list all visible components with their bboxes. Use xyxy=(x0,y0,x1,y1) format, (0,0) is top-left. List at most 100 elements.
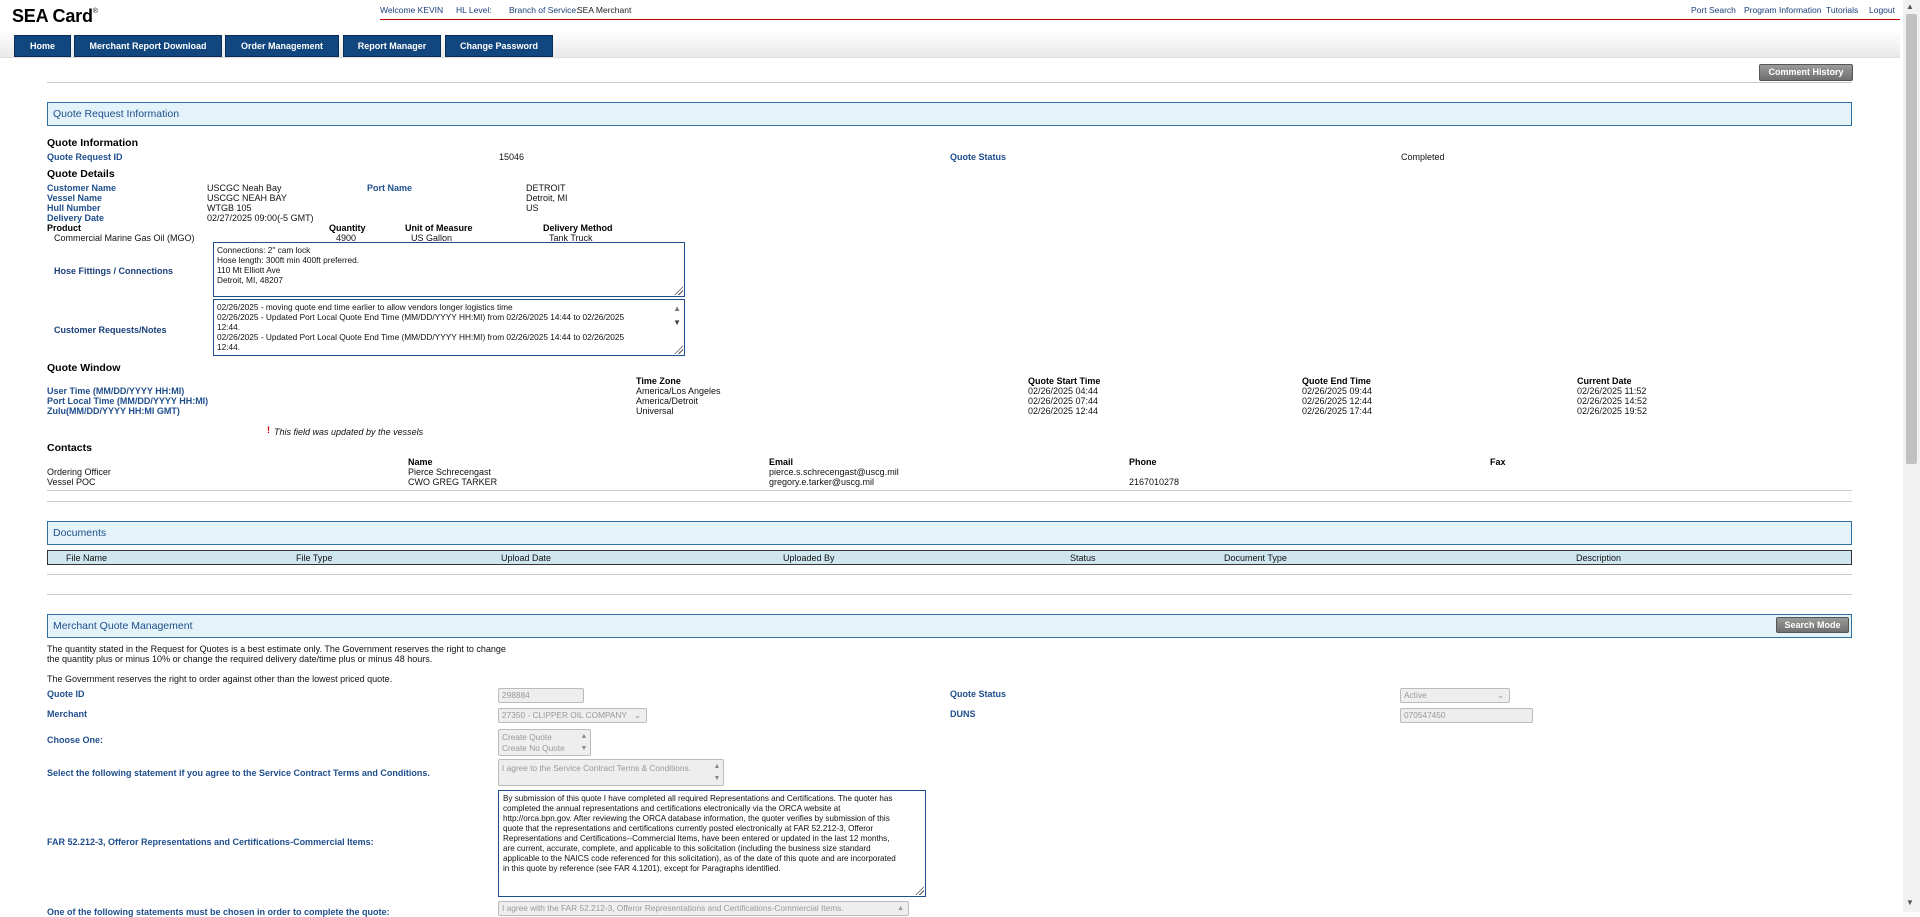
section-title: Documents xyxy=(53,527,107,539)
hose-fittings-textarea[interactable]: Connections: 2" cam lock Hose length: 30… xyxy=(213,242,685,297)
nav-change-password[interactable]: Change Password xyxy=(445,35,553,57)
scroll-up-icon[interactable]: ▲ xyxy=(713,763,721,770)
hose-line: Connections: 2" cam lock xyxy=(217,245,311,255)
scroll-up-arrow-icon[interactable]: ▲ xyxy=(1906,2,1914,11)
quote-request-id-label: Quote Request ID xyxy=(47,152,123,162)
scroll-down-icon[interactable]: ▼ xyxy=(673,318,681,328)
divider xyxy=(47,501,1852,502)
customer-notes-label: Customer Requests/Notes xyxy=(54,325,167,335)
scroll-up-icon[interactable]: ▲ xyxy=(673,304,681,314)
far-choice-listbox[interactable]: I agree with the FAR 52.212-3, Offeror R… xyxy=(498,901,909,916)
search-mode-button[interactable]: Search Mode xyxy=(1776,617,1849,633)
tutorials-link[interactable]: Tutorials xyxy=(1826,5,1858,15)
contacts-heading: Contacts xyxy=(47,442,92,454)
terms-label: Select the following statement if you ag… xyxy=(47,768,430,778)
scroll-up-icon[interactable]: ▲ xyxy=(580,733,588,740)
hose-line: Detroit, MI, 48207 xyxy=(217,275,283,285)
quote-status-select[interactable]: Active ⌄ xyxy=(1400,688,1510,703)
far-line: completed the annual representations and… xyxy=(503,804,841,813)
choose-option[interactable]: Create Quote xyxy=(502,732,587,743)
time-zone-header: Time Zone xyxy=(636,376,681,386)
customer-name-label: Customer Name xyxy=(47,183,117,193)
chevron-down-icon: ⌄ xyxy=(634,710,641,720)
port-start-time: 02/26/2025 07:44 xyxy=(1028,396,1099,406)
scroll-down-icon[interactable]: ▼ xyxy=(580,745,588,752)
documents-section-header: Documents xyxy=(47,521,1852,545)
far-label: FAR 52.212-3, Offeror Representations an… xyxy=(47,837,374,847)
nav-report-manager[interactable]: Report Manager xyxy=(343,35,441,57)
terms-option[interactable]: I agree to the Service Contract Terms & … xyxy=(502,762,720,775)
scroll-up-icon[interactable]: ▲ xyxy=(897,902,904,915)
updated-note: This field was updated by the vessels xyxy=(274,427,424,437)
hose-line: 110 Mt Elliott Ave xyxy=(217,265,281,275)
contact-name: CWO GREG TARKER xyxy=(408,477,498,487)
col-status[interactable]: Status xyxy=(1070,553,1096,563)
far-textarea[interactable]: By submission of this quote I have compl… xyxy=(498,790,926,897)
divider xyxy=(47,574,1852,575)
nav-merchant-report-download[interactable]: Merchant Report Download xyxy=(74,35,222,57)
notes-line: 12:44. xyxy=(217,342,241,352)
disclaimer-text: the quantity plus or minus 10% or change… xyxy=(47,654,433,664)
quote-window-heading: Quote Window xyxy=(47,362,121,374)
zulu-end-time: 02/26/2025 17:44 xyxy=(1302,406,1373,416)
col-description[interactable]: Description xyxy=(1576,553,1621,563)
far-line: in this quote by reference (see FAR 4.12… xyxy=(503,864,781,873)
resize-handle-icon[interactable] xyxy=(674,286,683,295)
quote-end-time-header: Quote End Time xyxy=(1302,376,1371,386)
nav-order-management[interactable]: Order Management xyxy=(225,35,339,57)
notes-line: 12:44. xyxy=(217,322,241,332)
choose-one-listbox[interactable]: Create Quote Create No Quote ▲ ▼ xyxy=(498,729,591,756)
resize-handle-icon[interactable] xyxy=(674,345,683,354)
hull-number-label: Hull Number xyxy=(47,203,101,213)
user-end-time: 02/26/2025 09:44 xyxy=(1302,386,1373,396)
terms-listbox[interactable]: I agree to the Service Contract Terms & … xyxy=(498,759,724,786)
quote-status-value: Completed xyxy=(1401,152,1445,162)
country-value: US xyxy=(526,203,539,213)
zulu-time-zone: Universal xyxy=(636,406,674,416)
contact-fax-header: Fax xyxy=(1490,457,1506,467)
quote-start-time-header: Quote Start Time xyxy=(1028,376,1101,386)
quote-id-input[interactable]: 298884 xyxy=(498,688,584,703)
col-file-type[interactable]: File Type xyxy=(296,553,332,563)
program-information-link[interactable]: Program Information xyxy=(1744,5,1821,15)
merchant-select[interactable]: 27350 - CLIPPER OIL COMPANY ⌄ xyxy=(498,708,647,723)
port-time-zone: America/Detroit xyxy=(636,396,699,406)
col-upload-date[interactable]: Upload Date xyxy=(501,553,551,563)
port-current-date: 02/26/2025 14:52 xyxy=(1577,396,1648,406)
vessel-name-label: Vessel Name xyxy=(47,193,103,203)
logo-registered-mark: ® xyxy=(92,8,98,15)
col-uploaded-by[interactable]: Uploaded By xyxy=(783,553,835,563)
quote-request-section-header: Quote Request Information xyxy=(47,102,1852,126)
comment-history-button[interactable]: Comment History xyxy=(1759,64,1853,81)
port-search-link[interactable]: Port Search xyxy=(1691,5,1736,15)
scroll-down-icon[interactable]: ▼ xyxy=(713,775,721,782)
branch-value: SEA Merchant xyxy=(577,5,632,15)
logout-link[interactable]: Logout xyxy=(1869,5,1895,15)
contact-name: Pierce Schrecengast xyxy=(408,467,492,477)
scroll-down-arrow-icon[interactable]: ▼ xyxy=(1906,898,1914,907)
merchant-selected: 27350 - CLIPPER OIL COMPANY xyxy=(502,710,627,720)
scrollbar-thumb[interactable] xyxy=(1906,14,1917,464)
alert-icon: ! xyxy=(267,425,270,435)
user-start-time: 02/26/2025 04:44 xyxy=(1028,386,1099,396)
port-name-label: Port Name xyxy=(367,183,413,193)
customer-notes-textarea[interactable]: 02/26/2025 - moving quote end time earli… xyxy=(213,299,685,356)
notes-line: 02/26/2025 - Updated Port Local Quote En… xyxy=(217,332,625,342)
product-header: Product xyxy=(47,223,82,233)
far-line: quote that the representations and certi… xyxy=(503,824,874,833)
product-value: Commercial Marine Gas Oil (MGO) xyxy=(54,233,195,243)
port-location-value: Detroit, MI xyxy=(526,193,568,203)
contact-phone-header: Phone xyxy=(1129,457,1157,467)
nav-home[interactable]: Home xyxy=(14,35,71,57)
current-date-header: Current Date xyxy=(1577,376,1632,386)
duns-input[interactable]: 070547450 xyxy=(1400,708,1533,723)
contact-email: pierce.s.schrecengast@uscg.mil xyxy=(769,467,899,477)
quote-status-selected: Active xyxy=(1404,690,1427,700)
sea-card-logo: SEA Card® xyxy=(12,6,98,27)
quote-request-id-value: 15046 xyxy=(499,152,525,162)
resize-handle-icon[interactable] xyxy=(915,886,924,895)
col-document-type[interactable]: Document Type xyxy=(1224,553,1287,563)
disclaimer-text: The quantity stated in the Request for Q… xyxy=(47,644,506,654)
choose-option[interactable]: Create No Quote xyxy=(502,743,587,754)
col-file-name[interactable]: File Name xyxy=(66,553,107,563)
